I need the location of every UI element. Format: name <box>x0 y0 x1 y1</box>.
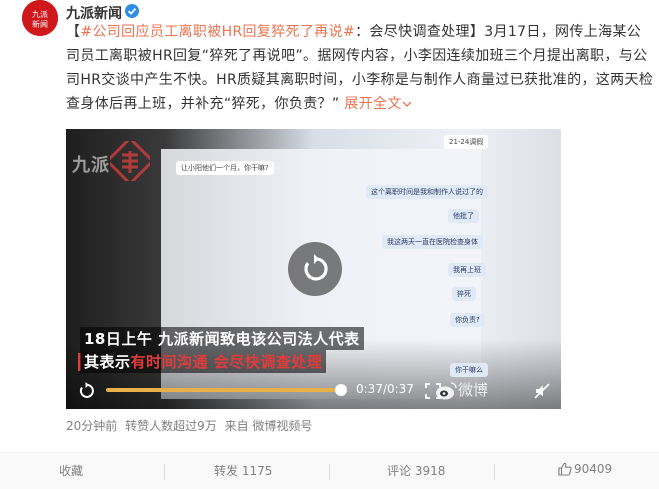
chat-line: 让小阳他们一个月，你干嘛? <box>176 161 274 175</box>
divider <box>494 464 495 480</box>
subtitle-line-2-text: 其表示 <box>84 353 131 371</box>
post-source[interactable]: 来自 微博视频号 <box>225 419 313 433</box>
like-icon[interactable] <box>558 462 572 476</box>
topic-link[interactable]: #公司回应员工离职被HR回复猝死了再说# <box>80 24 355 40</box>
chat-line: 你负责? <box>450 313 485 327</box>
verified-icon <box>125 4 139 18</box>
video-player[interactable]: 九派 21-24调假 让小阳他们一个月，你干嘛? 这个离职时间是我和制作人说过了… <box>66 129 561 409</box>
chat-line: 我这两天一直在医院检查身体 <box>382 235 483 249</box>
action-bar: 收藏 转发 1175 评论 3918 90409 <box>0 452 659 489</box>
subtitle-line-2: 其表示有时间沟通 会尽快调查处理 <box>80 350 327 373</box>
video-controls: 0:37/0:37 微博 <box>66 373 561 409</box>
weibo-logo-icon <box>436 382 457 400</box>
time-readout: 0:37/0:37 <box>356 382 414 396</box>
repost-button[interactable]: 转发 1175 <box>214 462 272 479</box>
replay-small-icon[interactable] <box>76 381 96 401</box>
avatar[interactable]: 九派 新闻 <box>22 0 58 36</box>
chat-line: 猝死 <box>452 287 476 301</box>
weibo-watermark: 微博 <box>458 381 489 399</box>
expand-label: 展开全文 <box>344 96 402 112</box>
progress-bar[interactable] <box>106 388 341 392</box>
post-prefix: 【 <box>66 24 81 40</box>
chat-line: 他批了 <box>448 209 479 223</box>
chat-line: 这个离职时间是我和制作人说过了的 <box>366 185 488 199</box>
chat-line: 21-24调假 <box>444 135 489 149</box>
progress-handle[interactable] <box>335 384 347 396</box>
divider <box>164 464 165 480</box>
subtitle-line-2-highlight: 有时间沟通 会尽快调查处理 <box>130 353 323 371</box>
video-watermark: 九派 <box>72 155 110 176</box>
svg-text:新闻: 新闻 <box>32 19 48 29</box>
post-time[interactable]: 20分钟前 <box>66 419 117 433</box>
replay-icon <box>304 254 328 281</box>
chat-line: 我再上班 <box>448 263 486 277</box>
favorite-button[interactable]: 收藏 <box>59 462 83 479</box>
mute-icon[interactable] <box>533 382 551 400</box>
watermark-logo-icon <box>110 141 150 181</box>
comment-button[interactable]: 评论 3918 <box>387 462 445 479</box>
chevron-down-icon <box>402 101 412 107</box>
divider <box>329 464 330 480</box>
subtitle-line-1: 18日上午 九派新闻致电该公司法人代表 <box>80 327 364 350</box>
avatar-text: 九派 <box>32 10 48 19</box>
post-meta: 20分钟前 转赞人数超过9万 来自 微博视频号 <box>66 417 312 434</box>
like-count[interactable]: 90409 <box>574 462 612 476</box>
post-text: 【#公司回应员工离职被HR回复猝死了再说#：会尽快调查处理】3月17日，网传上海… <box>66 20 654 116</box>
expand-link[interactable]: 展开全文 <box>344 96 412 112</box>
repost-note: 转赞人数超过9万 <box>125 419 217 433</box>
replay-button[interactable] <box>288 242 342 296</box>
